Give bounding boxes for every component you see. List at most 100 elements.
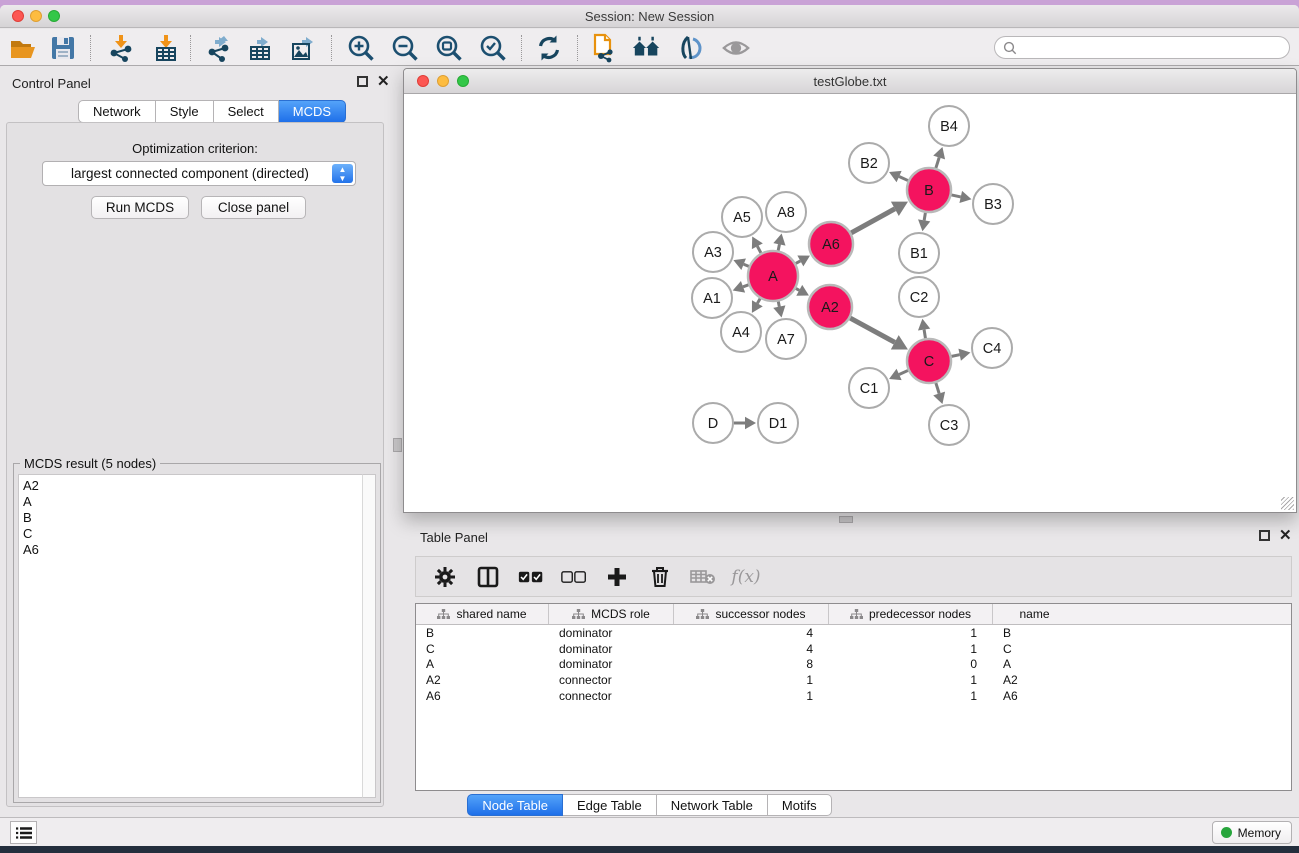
tab-node-table[interactable]: Node Table <box>467 794 563 816</box>
mcds-result-list[interactable]: A2ABCA6 <box>18 474 364 798</box>
cell-shared_name: A <box>416 657 549 671</box>
table-row[interactable]: A6connector11A6 <box>416 688 1291 704</box>
tab-motifs[interactable]: Motifs <box>768 794 832 816</box>
network-window-titlebar[interactable]: testGlobe.txt <box>404 69 1296 94</box>
edge-A-A8[interactable] <box>778 244 779 250</box>
columns-icon[interactable] <box>475 564 501 590</box>
close-panel-button[interactable]: Close panel <box>201 196 306 219</box>
table-row[interactable]: A2connector11A2 <box>416 672 1291 688</box>
network-graph[interactable]: B4B2BB3A5A8A6B1A3AA1C2A2A4A7C4CC1DD1C3 <box>405 95 1295 512</box>
tab-network[interactable]: Network <box>78 100 156 123</box>
close-panel-icon[interactable]: ✕ <box>1279 530 1292 541</box>
mcds-list-scrollbar[interactable] <box>362 474 376 798</box>
open-file-icon[interactable] <box>8 33 38 63</box>
search-field[interactable] <box>1017 39 1289 57</box>
edge-C-C2[interactable] <box>924 330 925 339</box>
zoom-in-icon[interactable] <box>346 33 376 63</box>
cell-successor_nodes: 1 <box>674 689 829 703</box>
float-panel-icon[interactable] <box>1259 530 1270 541</box>
zoom-out-icon[interactable] <box>390 33 420 63</box>
criterion-dropdown[interactable]: largest connected component (directed) ▲… <box>42 161 356 186</box>
deselect-all-icon[interactable] <box>561 564 587 590</box>
edge-A-A7[interactable] <box>778 301 779 306</box>
control-panel-tabs: NetworkStyleSelectMCDS <box>78 100 346 123</box>
float-panel-icon[interactable] <box>357 76 368 87</box>
zoom-fit-icon[interactable] <box>434 33 464 63</box>
table-row[interactable]: Bdominator41B <box>416 625 1291 641</box>
tab-mcds[interactable]: MCDS <box>279 100 346 123</box>
edge-C-C3[interactable] <box>936 383 939 394</box>
cell-mcds_role: dominator <box>549 642 674 656</box>
tab-style[interactable]: Style <box>156 100 214 123</box>
column-header-name[interactable]: name <box>993 604 1076 624</box>
edge-A-A1[interactable] <box>743 285 748 287</box>
edge-arrowhead <box>773 234 785 246</box>
export-image-icon[interactable] <box>289 33 319 63</box>
column-header-MCDS-role[interactable]: MCDS role <box>549 604 674 624</box>
mcds-result-item[interactable]: B <box>23 510 363 526</box>
memory-button[interactable]: Memory <box>1212 821 1292 844</box>
task-history-button[interactable] <box>10 821 37 844</box>
eye-icon[interactable] <box>721 33 751 63</box>
search-icon <box>1003 41 1017 55</box>
network-canvas[interactable]: B4B2BB3A5A8A6B1A3AA1C2A2A4A7C4CC1DD1C3 <box>405 95 1295 512</box>
table-row[interactable]: Cdominator41C <box>416 641 1291 657</box>
export-network-icon[interactable] <box>204 33 234 63</box>
mcds-result-item[interactable]: A6 <box>23 542 363 558</box>
import-network-icon[interactable] <box>106 33 136 63</box>
table-panel-buttons: ✕ <box>1259 530 1292 541</box>
edge-A-A4[interactable] <box>757 299 760 304</box>
trash-icon[interactable] <box>647 564 673 590</box>
edge-arrowhead <box>959 191 971 203</box>
home-icon[interactable] <box>632 33 662 63</box>
zoom-selected-icon[interactable] <box>478 33 508 63</box>
edge-A-A3[interactable] <box>744 264 749 266</box>
vertical-splitter-handle[interactable] <box>393 438 402 452</box>
style-visibility-icon[interactable] <box>676 33 706 63</box>
mcds-result-item[interactable]: A <box>23 494 363 510</box>
edge-A-A6[interactable] <box>796 261 801 264</box>
edge-B-B3[interactable] <box>951 195 960 197</box>
edge-C-C1[interactable] <box>899 370 908 374</box>
run-mcds-button[interactable]: Run MCDS <box>91 196 189 219</box>
refresh-icon[interactable] <box>534 33 564 63</box>
cell-shared_name: B <box>416 626 549 640</box>
add-icon[interactable] <box>604 564 630 590</box>
clone-network-icon[interactable] <box>589 33 619 63</box>
export-table-icon[interactable] <box>246 33 276 63</box>
column-header-predecessor-nodes[interactable]: predecessor nodes <box>829 604 993 624</box>
graph-node-label: A7 <box>777 332 795 348</box>
close-panel-icon[interactable]: ✕ <box>377 76 390 87</box>
gear-icon[interactable] <box>432 564 458 590</box>
edge-A-A5[interactable] <box>757 246 761 253</box>
column-header-shared-name[interactable]: shared name <box>416 604 549 624</box>
tab-select[interactable]: Select <box>214 100 279 123</box>
import-table-icon[interactable] <box>151 33 181 63</box>
save-session-icon[interactable] <box>48 33 78 63</box>
edge-B-B2[interactable] <box>899 177 908 181</box>
horizontal-splitter-handle[interactable] <box>839 516 853 523</box>
mcds-result-item[interactable]: A2 <box>23 478 363 494</box>
edge-A-A2[interactable] <box>796 288 799 290</box>
mcds-result-item[interactable]: C <box>23 526 363 542</box>
tab-edge-table[interactable]: Edge Table <box>563 794 657 816</box>
cell-mcds_role: connector <box>549 673 674 687</box>
window-resize-grip[interactable] <box>1281 497 1294 510</box>
function-icon[interactable]: f(x) <box>733 564 759 590</box>
edge-B-B4[interactable] <box>936 157 939 168</box>
table-row[interactable]: Adominator80A <box>416 657 1291 673</box>
tab-network-table[interactable]: Network Table <box>657 794 768 816</box>
cell-predecessor_nodes: 1 <box>829 673 993 687</box>
search-input[interactable] <box>994 36 1290 59</box>
delete-table-icon[interactable] <box>690 564 716 590</box>
toolbar-separator <box>190 35 191 61</box>
graph-node-label: B2 <box>860 156 878 172</box>
edge-A6-B[interactable] <box>851 209 895 233</box>
column-header-successor-nodes[interactable]: successor nodes <box>674 604 829 624</box>
edge-C-C4[interactable] <box>952 355 960 357</box>
node-table[interactable]: shared nameMCDS rolesuccessor nodesprede… <box>415 603 1292 791</box>
edge-B-B1[interactable] <box>924 213 925 221</box>
select-all-icon[interactable] <box>518 564 544 590</box>
edge-A2-C[interactable] <box>850 318 895 342</box>
cell-successor_nodes: 8 <box>674 657 829 671</box>
